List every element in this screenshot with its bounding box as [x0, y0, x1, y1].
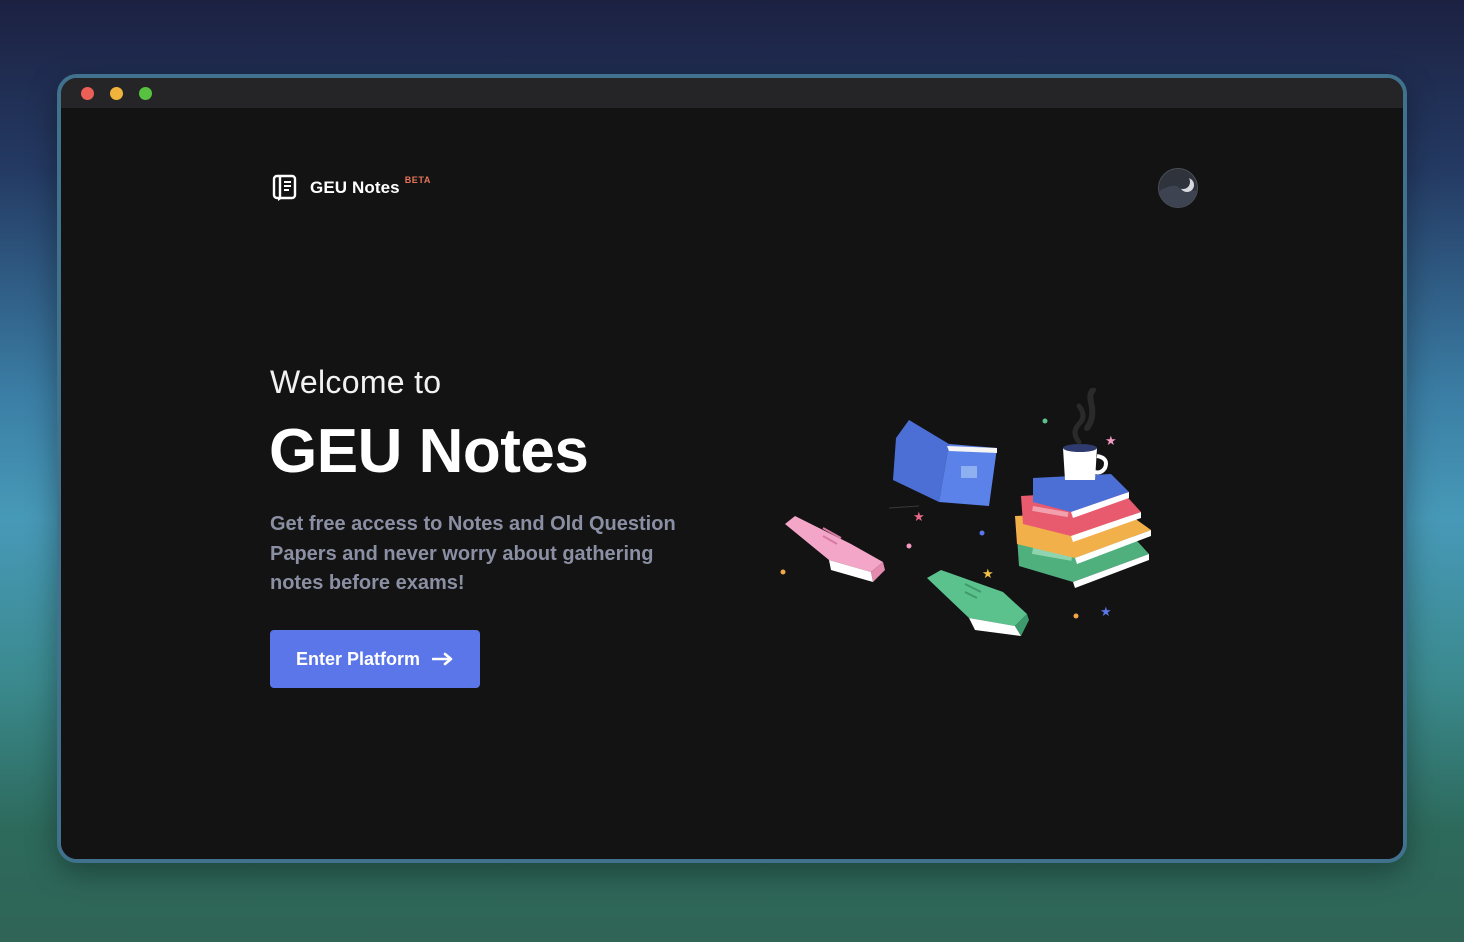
- maximize-window-button[interactable]: [139, 86, 152, 100]
- enter-platform-label: Enter Platform: [295, 648, 421, 669]
- beta-badge: BETA: [404, 175, 431, 185]
- arrow-right-icon: [432, 652, 453, 666]
- enter-platform-button[interactable]: Enter Platform: [270, 630, 480, 688]
- moon-icon: [1159, 169, 1197, 207]
- browser-window: GEU Notes BETA Welcome to GEU Notes Get …: [57, 74, 1407, 863]
- svg-text:★: ★: [1105, 434, 1117, 449]
- hero-description: Get free access to Notes and Old Questio…: [270, 513, 676, 594]
- books-illustration: ★ ★ ★ ★: [780, 388, 1151, 636]
- page-content: GEU Notes BETA Welcome to GEU Notes Get …: [61, 108, 1403, 859]
- minimize-window-button[interactable]: [110, 86, 123, 100]
- brand-name: GEU Notes: [310, 178, 400, 197]
- brand-logo-link[interactable]: GEU Notes BETA: [272, 174, 431, 202]
- notebook-icon: [272, 174, 297, 201]
- svg-text:★: ★: [913, 510, 925, 525]
- welcome-heading: Welcome to: [270, 364, 442, 400]
- close-window-button[interactable]: [81, 86, 94, 100]
- window-titlebar: [61, 78, 1403, 108]
- hero-title: GEU Notes: [269, 417, 589, 486]
- theme-toggle-button[interactable]: [1158, 168, 1198, 208]
- svg-text:★: ★: [982, 567, 994, 582]
- svg-text:★: ★: [1100, 605, 1112, 620]
